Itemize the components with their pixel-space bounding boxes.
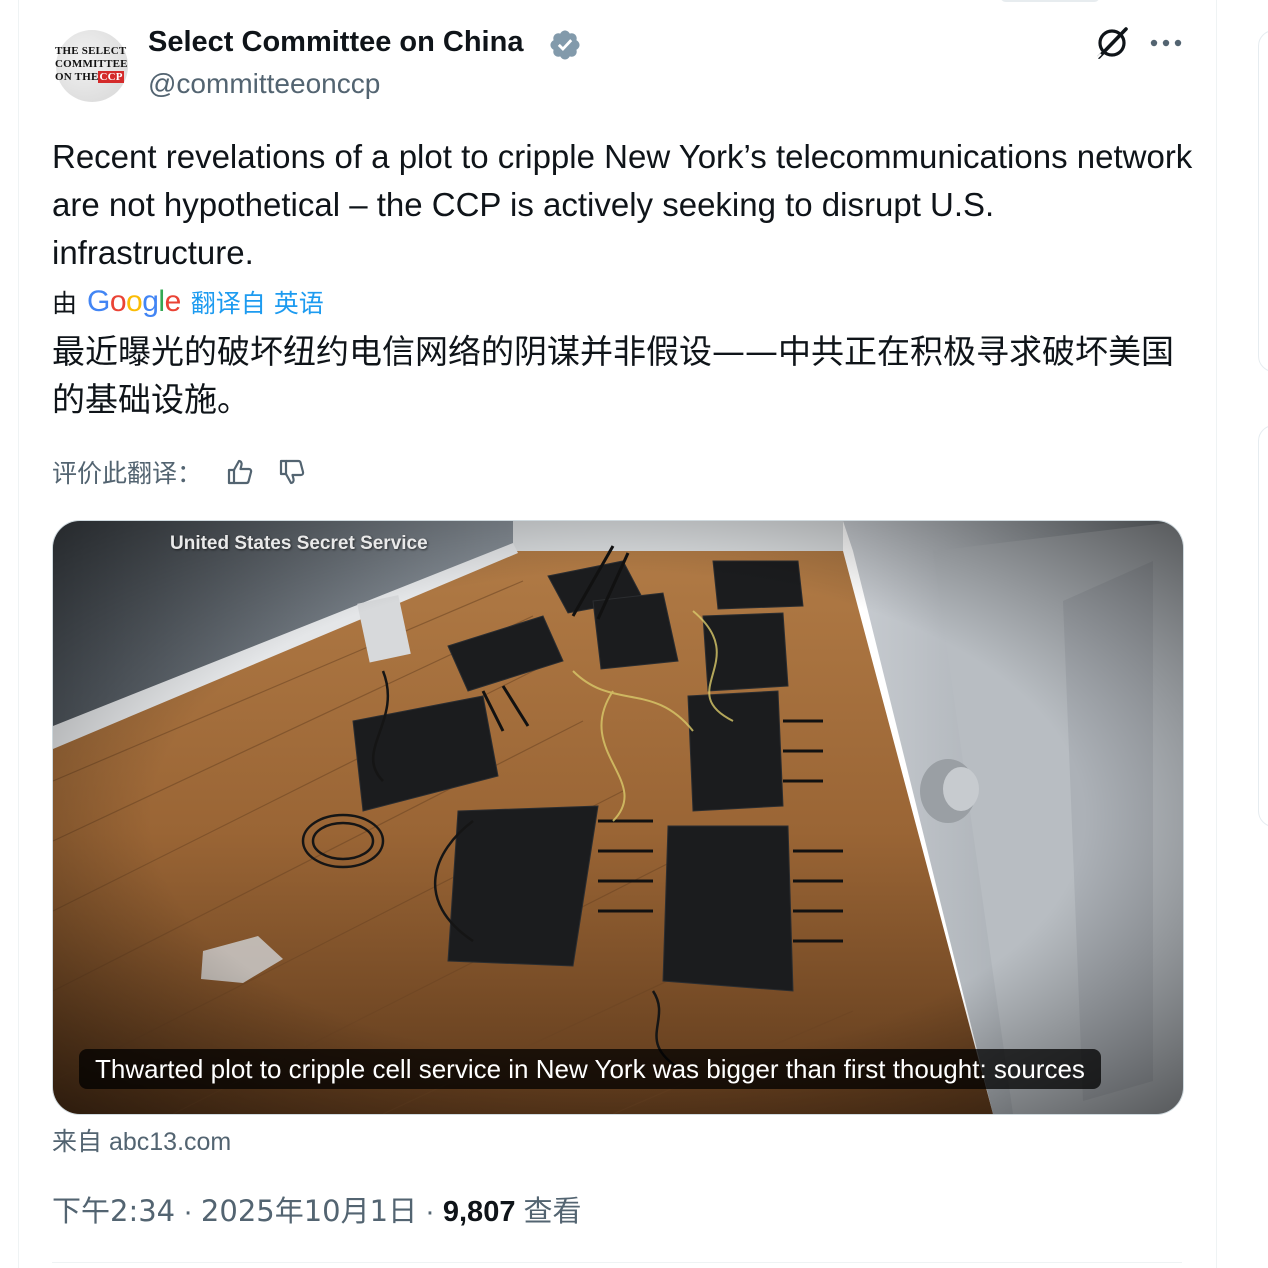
thumbs-up-icon[interactable] — [224, 456, 256, 488]
rate-translation: 评价此翻译： — [52, 452, 308, 492]
views-count: 9,807 — [442, 1196, 516, 1228]
tweet-date[interactable]: 2025年10月1日 — [201, 1194, 417, 1228]
avatar-text-on-the: ON THE — [55, 71, 99, 83]
avatar-text-line-2: COMMITTEE — [55, 58, 128, 70]
tweet-meta: 下午2:34 · 2025年10月1日 · 9,807 查看 — [52, 1188, 582, 1230]
media-card[interactable]: United States Secret Service Thwarted pl… — [52, 520, 1184, 1115]
meta-separator: · — [183, 1196, 193, 1228]
avatar-text-ccp: CCP — [98, 71, 124, 83]
source-prefix: 来自 — [52, 1127, 103, 1156]
meta-separator-2: · — [425, 1196, 435, 1228]
tweet-text: Recent revelations of a plot to cripple … — [52, 138, 1193, 271]
tweet-time[interactable]: 下午2:34 — [52, 1194, 175, 1228]
author-handle[interactable]: @committeeonccp — [148, 68, 380, 100]
rate-translation-label: 评价此翻译： — [52, 459, 203, 488]
top-scroll-pill — [1000, 0, 1100, 2]
avatar-text-line-3: ON THECCP — [55, 71, 132, 84]
more-icon[interactable] — [1148, 28, 1184, 58]
translated-text: 最近曝光的破坏纽约电信网络的阴谋并非假设——中共正在积极寻求破坏美国的基础设施。 — [52, 332, 1174, 419]
timeline-right-border — [1216, 0, 1217, 1268]
author-name[interactable]: Select Committee on China — [148, 26, 523, 59]
sidebar-card-edge-lower — [1258, 425, 1268, 827]
source-domain: abc13.com — [108, 1128, 232, 1156]
translation-by-label: 由 — [52, 289, 78, 318]
media-source-link[interactable]: 来自 abc13.com — [52, 1122, 231, 1158]
sidebar-card-edge — [1258, 30, 1268, 372]
timeline-left-border — [18, 0, 19, 1268]
google-logo: Google — [87, 285, 181, 318]
avatar[interactable]: THE SELECT COMMITTEE ON THECCP — [52, 26, 132, 106]
media-watermark: United States Secret Service — [170, 533, 428, 554]
avatar-text-line-1: THE SELECT — [55, 45, 127, 57]
translated-from-link[interactable]: 翻译自 英语 — [191, 284, 324, 320]
verified-badge-icon — [550, 30, 580, 60]
grok-icon[interactable] — [1093, 24, 1131, 62]
media-photo — [53, 521, 1183, 1114]
media-caption: Thwarted plot to cripple cell service in… — [79, 1049, 1101, 1089]
thumbs-down-icon[interactable] — [276, 456, 308, 488]
translation-attribution: 由 Google 翻译自 英语 — [52, 282, 324, 322]
views-label: 查看 — [523, 1194, 582, 1228]
divider — [52, 1262, 1182, 1263]
